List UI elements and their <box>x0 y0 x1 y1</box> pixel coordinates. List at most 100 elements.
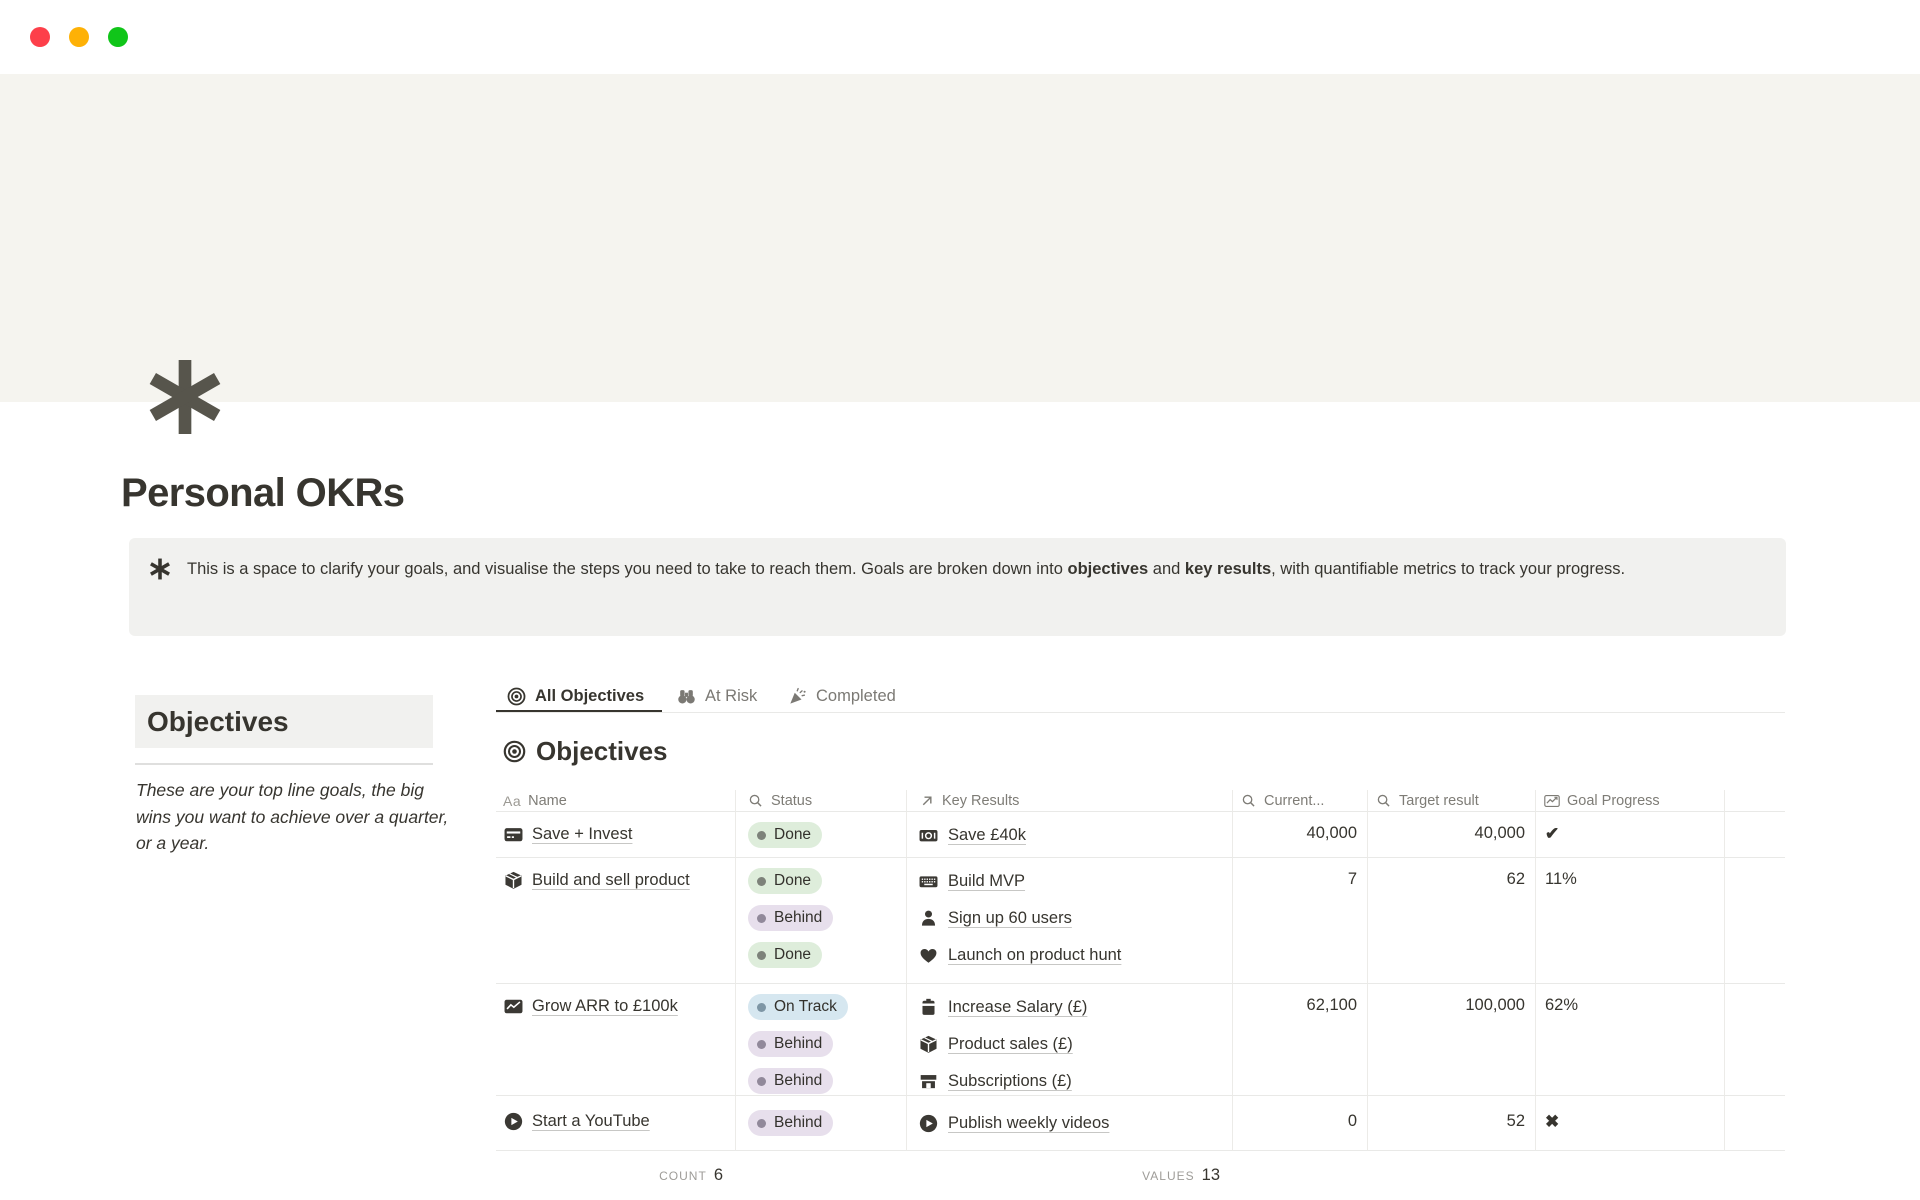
sidebar-objectives-description: These are your top line goals, the big w… <box>136 777 462 857</box>
column-header-key-results[interactable]: Key Results <box>906 790 1232 812</box>
status-dot <box>757 914 766 923</box>
package-icon <box>919 1035 938 1054</box>
page-title: Personal OKRs <box>121 471 404 516</box>
status-pill[interactable]: Behind <box>748 1068 833 1094</box>
keyboard-icon <box>919 872 938 891</box>
key-results-cell[interactable]: Publish weekly videos <box>906 1096 1232 1151</box>
bottle-icon <box>919 998 938 1017</box>
empty-footer-cell <box>1367 1151 1535 1200</box>
status-dot <box>757 1119 766 1128</box>
package-icon <box>504 871 523 890</box>
close-window-button[interactable] <box>30 27 50 47</box>
target-result-cell[interactable]: 40,000 <box>1367 812 1535 858</box>
column-header-target-result[interactable]: Target result <box>1367 790 1535 812</box>
table-section-title: Objectives <box>536 736 668 767</box>
search-icon <box>1241 793 1257 809</box>
target-icon <box>507 687 526 706</box>
table-row-name-cell[interactable]: Start a YouTube <box>496 1096 735 1151</box>
minimize-window-button[interactable] <box>69 27 89 47</box>
status-dot <box>757 1003 766 1012</box>
key-result-link[interactable]: Launch on product hunt <box>948 946 1121 965</box>
objective-link[interactable]: Build and sell product <box>532 869 690 892</box>
status-pill[interactable]: Behind <box>748 1031 833 1057</box>
goal-progress-cell[interactable]: 62% <box>1535 984 1724 1096</box>
key-result-link[interactable]: Subscriptions (£) <box>948 1072 1072 1091</box>
status-cell[interactable]: Behind <box>735 1096 906 1151</box>
target-result-cell[interactable]: 100,000 <box>1367 984 1535 1096</box>
asterisk-page-icon[interactable] <box>146 357 224 437</box>
column-header-status[interactable]: Status <box>735 790 906 812</box>
page-cover[interactable] <box>0 74 1920 402</box>
callout: This is a space to clarify your goals, a… <box>129 538 1786 636</box>
key-results-cell[interactable]: Build MVP Sign up 60 users Launch on pro… <box>906 858 1232 984</box>
status-pill[interactable]: On Track <box>748 994 848 1020</box>
chart-square-icon <box>504 997 523 1016</box>
window-titlebar <box>0 0 1920 74</box>
credit-card-icon <box>504 825 523 844</box>
sidebar-objectives-heading: Objectives <box>135 695 433 748</box>
target-result-cell[interactable]: 62 <box>1367 858 1535 984</box>
key-result-link[interactable]: Save £40k <box>948 826 1026 845</box>
status-cell[interactable]: On Track Behind Behind <box>735 984 906 1096</box>
divider <box>135 763 433 765</box>
column-header-current[interactable]: Current... <box>1232 790 1367 812</box>
key-results-cell[interactable]: Save £40k <box>906 812 1232 858</box>
search-icon <box>1376 793 1392 809</box>
goal-progress-cell[interactable]: ✔ <box>1535 812 1724 858</box>
empty-footer-cell <box>735 1151 906 1200</box>
current-result-cell[interactable]: 0 <box>1232 1096 1367 1151</box>
goal-progress-cell[interactable]: ✖ <box>1535 1096 1724 1151</box>
play-icon <box>504 1112 523 1131</box>
tab-all-objectives[interactable]: All Objectives <box>507 682 644 710</box>
status-dot <box>757 951 766 960</box>
empty-footer-cell <box>1535 1151 1724 1200</box>
status-pill[interactable]: Behind <box>748 905 833 931</box>
key-result-link[interactable]: Sign up 60 users <box>948 909 1072 928</box>
banknote-icon <box>919 826 938 845</box>
key-result-link[interactable]: Product sales (£) <box>948 1035 1073 1054</box>
table-row-name-cell[interactable]: Save + Invest <box>496 812 735 858</box>
target-result-cell[interactable]: 52 <box>1367 1096 1535 1151</box>
status-pill[interactable]: Done <box>748 822 822 848</box>
status-pill[interactable]: Behind <box>748 1110 833 1136</box>
zoom-window-button[interactable] <box>108 27 128 47</box>
notion-window: Personal OKRs This is a space to clarify… <box>0 0 1920 1200</box>
current-result-cell[interactable]: 7 <box>1232 858 1367 984</box>
person-icon <box>919 909 938 928</box>
objective-link[interactable]: Grow ARR to £100k <box>532 995 678 1018</box>
callout-text: This is a space to clarify your goals, a… <box>187 554 1765 585</box>
asterisk-icon <box>149 558 171 580</box>
column-header-goal-progress[interactable]: Goal Progress <box>1535 790 1724 812</box>
table-row-name-cell[interactable]: Grow ARR to £100k <box>496 984 735 1096</box>
key-result-link[interactable]: Publish weekly videos <box>948 1114 1109 1133</box>
status-cell[interactable]: Done <box>735 812 906 858</box>
current-result-cell[interactable]: 62,100 <box>1232 984 1367 1096</box>
objective-link[interactable]: Start a YouTube <box>532 1110 650 1133</box>
column-header-empty[interactable] <box>1724 790 1785 812</box>
tab-at-risk[interactable]: At Risk <box>677 682 757 710</box>
values-aggregate[interactable]: VALUES13 <box>906 1151 1232 1200</box>
key-results-cell[interactable]: Increase Salary (£) Product sales (£) Su… <box>906 984 1232 1096</box>
status-pill[interactable]: Done <box>748 942 822 968</box>
status-dot <box>757 1040 766 1049</box>
status-cell[interactable]: Done Behind Done <box>735 858 906 984</box>
table-section-header: Objectives <box>503 736 668 767</box>
current-result-cell[interactable]: 40,000 <box>1232 812 1367 858</box>
goal-progress-cell[interactable]: 11% <box>1535 858 1724 984</box>
text-property-icon: Aa <box>503 793 521 809</box>
target-icon <box>503 740 526 763</box>
empty-footer-cell <box>1232 1151 1367 1200</box>
status-dot <box>757 831 766 840</box>
table-row-name-cell[interactable]: Build and sell product <box>496 858 735 984</box>
empty-cell <box>1724 984 1785 1096</box>
objective-link[interactable]: Save + Invest <box>532 823 632 846</box>
status-dot <box>757 1077 766 1086</box>
key-result-link[interactable]: Increase Salary (£) <box>948 998 1087 1017</box>
search-icon <box>748 793 764 809</box>
key-result-link[interactable]: Build MVP <box>948 872 1025 891</box>
status-pill[interactable]: Done <box>748 868 822 894</box>
tab-completed[interactable]: Completed <box>788 682 896 710</box>
storefront-icon <box>919 1072 938 1091</box>
column-header-name[interactable]: Aa Name <box>496 790 735 812</box>
count-aggregate[interactable]: COUNT6 <box>496 1151 735 1200</box>
